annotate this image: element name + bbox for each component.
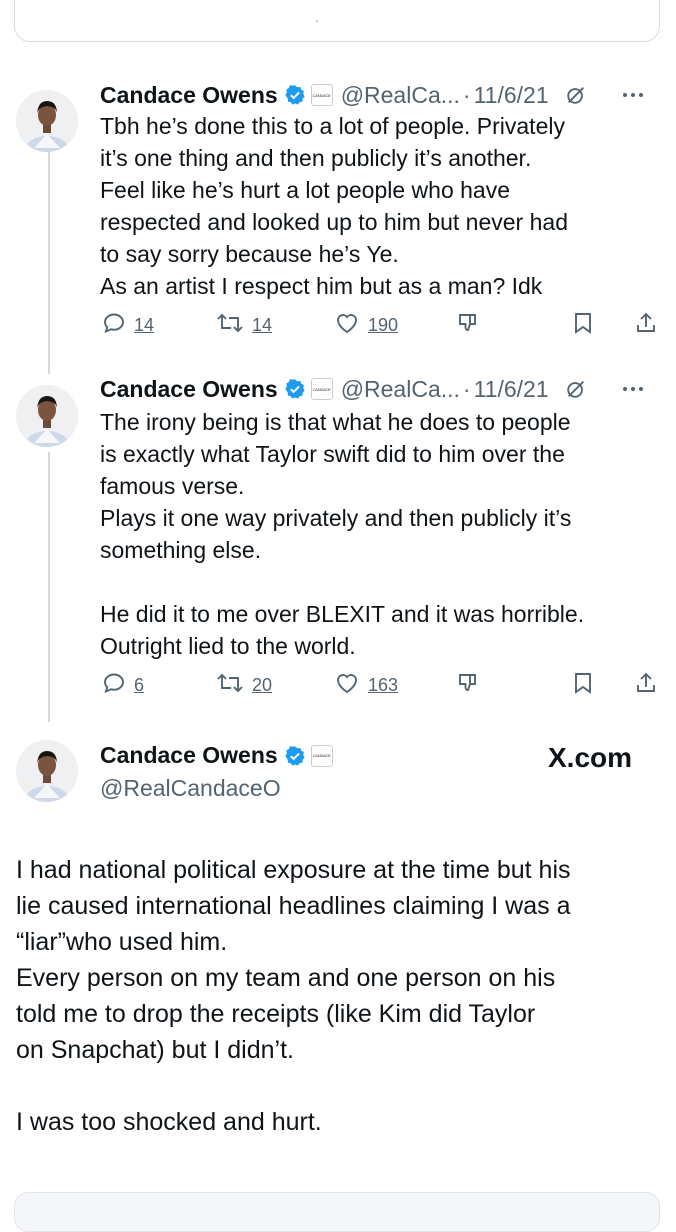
repost-count: 20 <box>252 674 273 695</box>
avatar[interactable] <box>16 90 78 152</box>
verified-icon <box>284 378 306 400</box>
repost-count: 14 <box>252 314 273 335</box>
share-icon <box>634 671 658 700</box>
affiliate-badge[interactable]: CANDACE <box>310 744 333 767</box>
separator: · <box>462 81 471 108</box>
reply-button[interactable]: 14 <box>102 308 154 342</box>
avatar[interactable] <box>16 385 78 447</box>
grok-icon[interactable] <box>565 378 587 400</box>
share-icon <box>634 311 658 340</box>
like-button[interactable]: 163 <box>334 668 398 702</box>
verified-icon <box>284 745 306 767</box>
tweet-line: is exactly what Taylor swift did to him … <box>100 441 565 467</box>
affiliate-badge[interactable]: CANDACE <box>310 378 333 400</box>
share-button[interactable] <box>634 668 658 702</box>
grok-icon[interactable] <box>565 84 587 106</box>
bookmark-button[interactable] <box>572 308 594 342</box>
like-count: 163 <box>368 674 399 695</box>
tweet-line: He did it to me over BLEXIT and it was h… <box>100 601 585 627</box>
bookmark-icon <box>572 671 594 700</box>
tweet-line: “liar”who used him. <box>16 928 228 956</box>
more-icon[interactable] <box>622 92 644 98</box>
bookmark-button[interactable] <box>572 668 594 702</box>
reply-count: 14 <box>134 314 155 335</box>
author-name[interactable]: Candace Owens <box>100 742 278 769</box>
tweet-header: Candace Owens CANDACE @RealCa... · 11/6/… <box>100 372 662 406</box>
avatar[interactable] <box>16 740 78 802</box>
reply-icon <box>102 671 126 700</box>
reply-icon <box>102 311 126 340</box>
repost-icon <box>216 671 244 700</box>
tweet-actions: 6 20 163 <box>100 668 662 702</box>
like-count: 190 <box>368 314 399 335</box>
quoted-tweet-card-top[interactable]: . <box>14 0 660 42</box>
tweet-line: The irony being is that what he does to … <box>100 409 571 435</box>
author-handle[interactable]: @RealCa... <box>341 82 460 109</box>
like-button[interactable]: 190 <box>334 308 398 342</box>
author-name[interactable]: Candace Owens <box>100 376 278 403</box>
tweet-line: something else. <box>100 537 262 563</box>
tweet-line <box>100 566 660 598</box>
thread-connector <box>48 152 50 374</box>
main-tweet-header: Candace Owens CANDACE <box>100 742 333 769</box>
reply-button[interactable]: 6 <box>102 668 144 702</box>
more-icon[interactable] <box>622 386 644 392</box>
quoted-tweet-fragment: . <box>315 9 319 25</box>
tweet-date[interactable]: 11/6/21 <box>474 82 549 109</box>
site-watermark: X.com <box>548 742 633 773</box>
dislike-button[interactable] <box>456 308 480 342</box>
tweet-line: Outright lied to the world. <box>100 633 356 659</box>
tweet-header: Candace Owens CANDACE @RealCa... · 11/6/… <box>100 78 662 112</box>
tweet-line: Plays it one way privately and then publ… <box>100 505 572 531</box>
reply-count: 6 <box>134 674 145 695</box>
repost-button[interactable]: 20 <box>216 668 272 702</box>
tweet-line: on Snapchat) but I didn’t. <box>16 1036 294 1064</box>
tweet-line: to say sorry because he’s Ye. <box>100 241 399 267</box>
tweet-line: told me to drop the receipts (like Kim d… <box>16 1000 536 1028</box>
tweet-line: As an artist I respect him but as a man?… <box>100 273 543 299</box>
dislike-icon <box>456 311 480 340</box>
tweet-line: Every person on my team and one person o… <box>16 964 556 992</box>
quoted-tweet-card-bottom[interactable] <box>14 1192 660 1232</box>
tweet-line: I was too shocked and hurt. <box>16 1108 322 1136</box>
tweet-actions: 14 14 190 <box>100 308 662 342</box>
tweet-text: The irony being is that what he does to … <box>100 406 660 662</box>
tweet-line: Tbh he’s done this to a lot of people. P… <box>100 113 565 139</box>
author-handle[interactable]: @RealCandaceO <box>100 775 281 802</box>
repost-icon <box>216 311 244 340</box>
verified-icon <box>284 84 306 106</box>
thread-connector <box>48 452 50 722</box>
dislike-icon <box>456 671 480 700</box>
main-tweet-text: I had national political exposure at the… <box>16 852 664 1140</box>
share-button[interactable] <box>634 308 658 342</box>
author-name[interactable]: Candace Owens <box>100 82 278 109</box>
bookmark-icon <box>572 311 594 340</box>
tweet-line <box>16 1068 664 1104</box>
separator: · <box>462 375 471 402</box>
tweet-line: famous verse. <box>100 473 245 499</box>
tweet-line: lie caused international headlines claim… <box>16 892 571 920</box>
repost-button[interactable]: 14 <box>216 308 272 342</box>
tweet-line: I had national political exposure at the… <box>16 856 571 884</box>
tweet-line: it’s one thing and then publicly it’s an… <box>100 145 532 171</box>
tweet-line: respected and looked up to him but never… <box>100 209 568 235</box>
like-icon <box>334 311 360 340</box>
tweet-text: Tbh he’s done this to a lot of people. P… <box>100 110 660 302</box>
dislike-button[interactable] <box>456 668 480 702</box>
tweet-date[interactable]: 11/6/21 <box>474 376 549 403</box>
affiliate-badge[interactable]: CANDACE <box>310 84 333 106</box>
author-handle[interactable]: @RealCa... <box>341 376 460 403</box>
tweet-line: Feel like he’s hurt a lot people who hav… <box>100 177 511 203</box>
like-icon <box>334 671 360 700</box>
